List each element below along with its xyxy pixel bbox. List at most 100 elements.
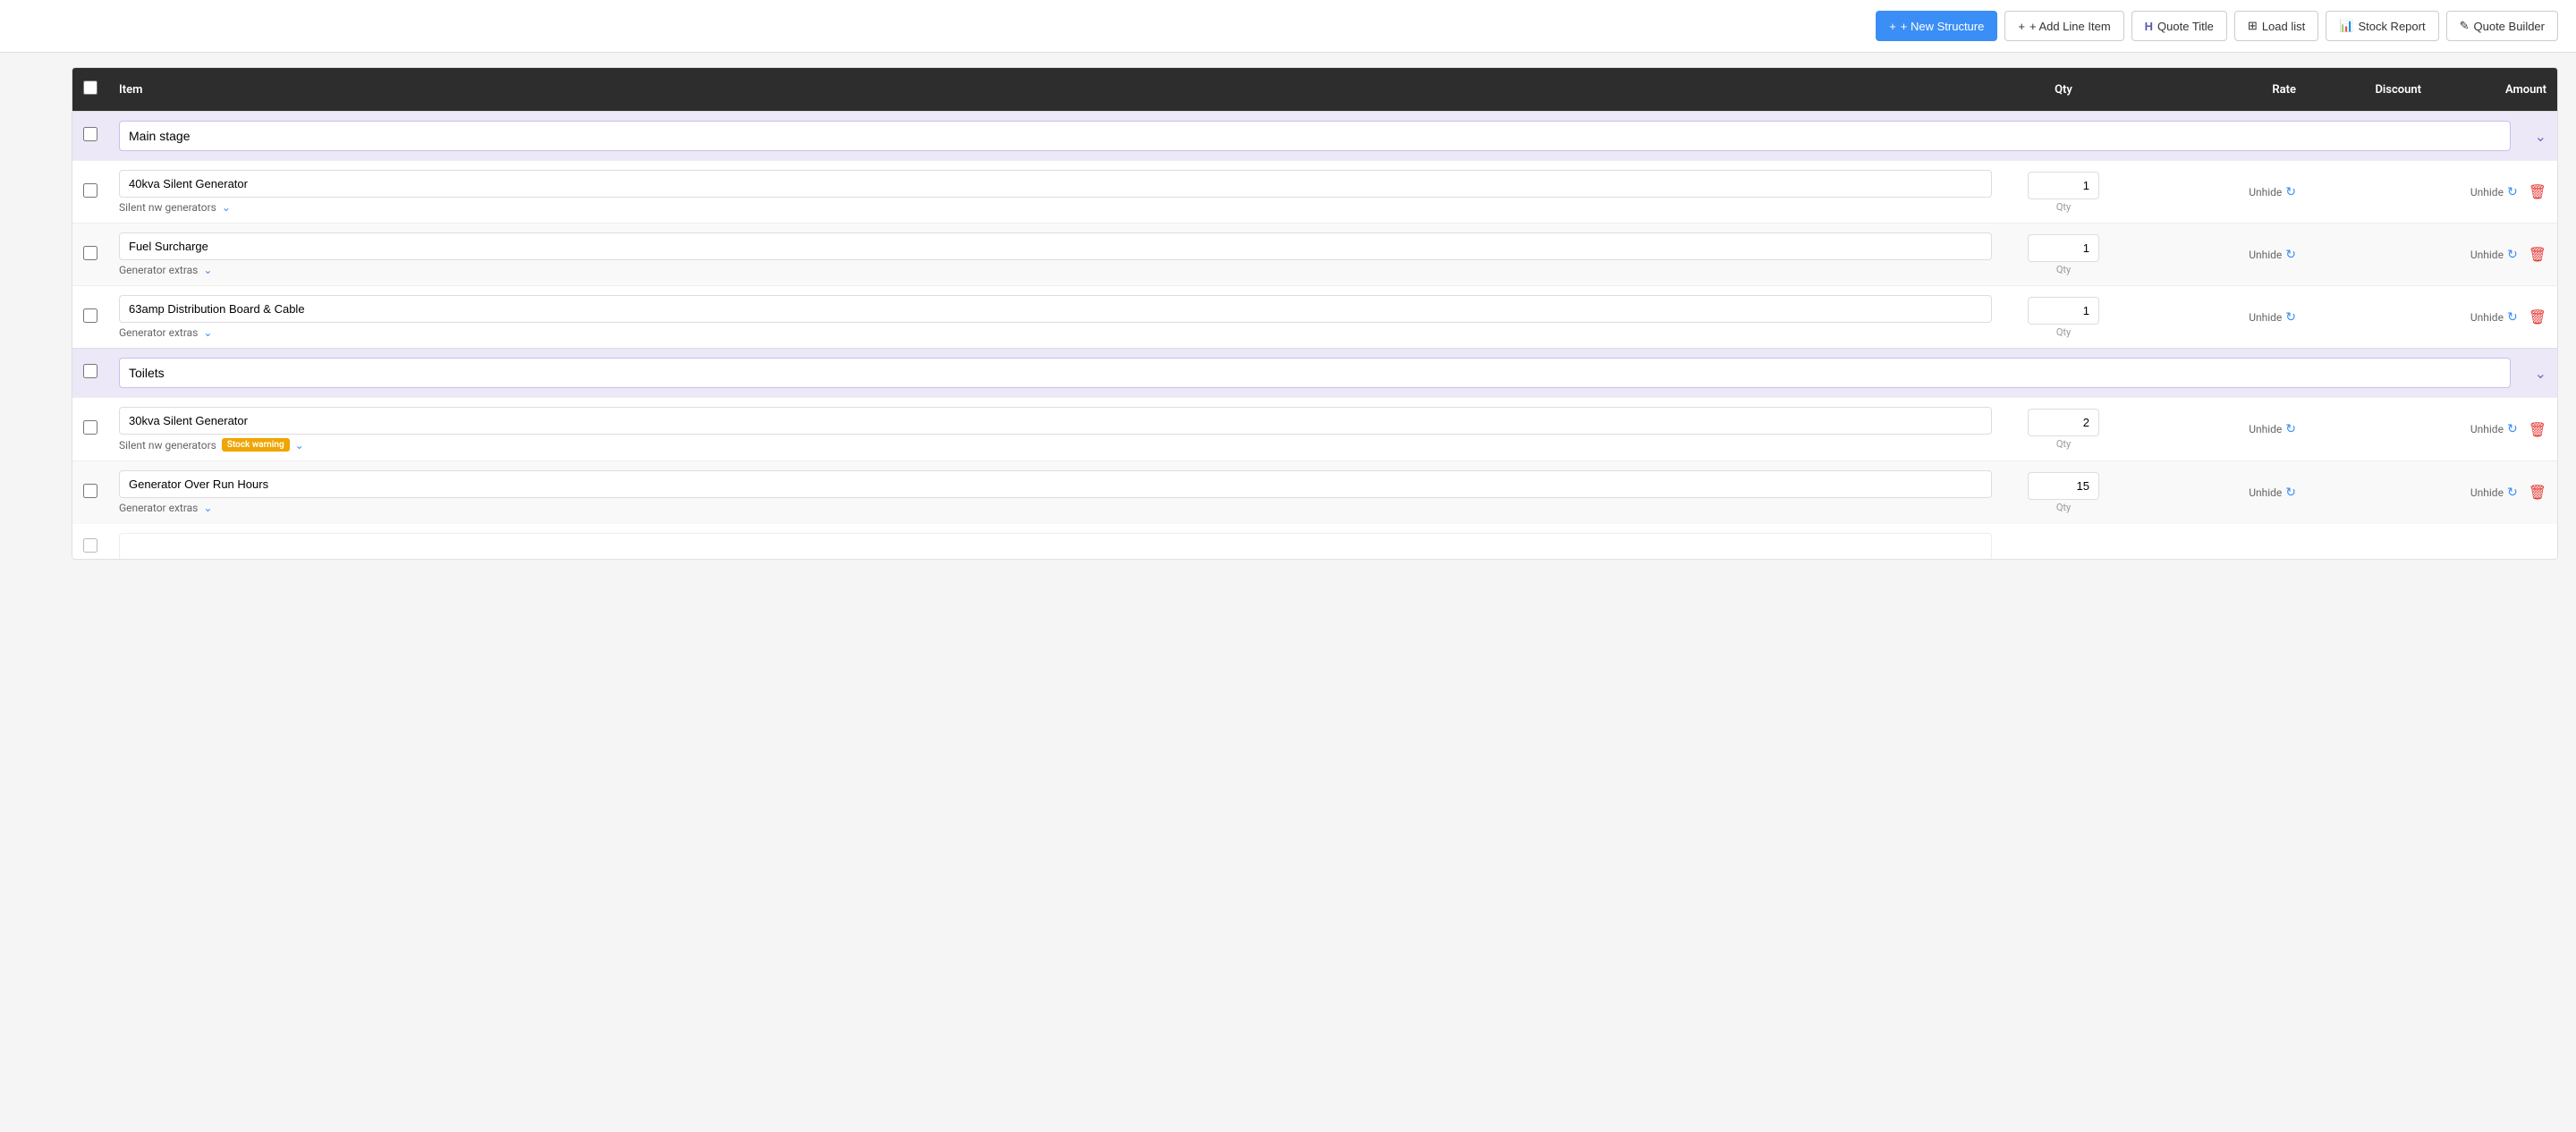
rate-unhide-3: Unhide ↻ <box>2135 310 2296 325</box>
amount-refresh-icon-4[interactable]: ↻ <box>2507 422 2518 436</box>
delete-icon-5[interactable]: 🗑 <box>2529 484 2546 501</box>
qty-cell-3: Qty <box>1992 297 2135 338</box>
structure-name-input-1[interactable] <box>119 121 2511 151</box>
rate-unhide-label-3: Unhide <box>2249 311 2282 324</box>
structure-checkbox-1[interactable] <box>83 127 97 141</box>
item-sub-row-4: Silent nw generators Stock warning ⌄ <box>119 438 1992 452</box>
load-list-label: Load list <box>2262 20 2305 33</box>
item-name-input-5[interactable] <box>119 470 1992 498</box>
qty-input-2[interactable] <box>2028 234 2099 262</box>
category-chevron-3[interactable]: ⌄ <box>203 326 212 339</box>
amount-unhide-4: Unhide ↻ 🗑 <box>2421 421 2546 438</box>
checkbox-cell-3[interactable] <box>83 308 119 326</box>
checkbox-cell-2[interactable] <box>83 246 119 264</box>
category-chevron-2[interactable]: ⌄ <box>203 264 212 276</box>
line-checkbox-4[interactable] <box>83 420 97 435</box>
checkbox-cell-5[interactable] <box>83 484 119 502</box>
amount-unhide-label-1: Unhide <box>2470 186 2504 199</box>
item-cell-4: Silent nw generators Stock warning ⌄ <box>119 407 1992 452</box>
structure-checkbox-cell-2[interactable] <box>83 364 119 382</box>
line-row-3: Generator extras ⌄ Qty Unhide ↻ Unhide ↻… <box>72 285 2557 348</box>
header-item: Item <box>119 83 1992 97</box>
quote-title-button[interactable]: H Quote Title <box>2131 11 2227 41</box>
top-bar: + + New Structure + + Add Line Item H Qu… <box>0 0 2576 53</box>
rate-refresh-icon-1[interactable]: ↻ <box>2285 185 2296 199</box>
item-category-2: Generator extras <box>119 264 198 276</box>
checkbox-cell-4[interactable] <box>83 420 119 438</box>
add-line-item-button[interactable]: + + Add Line Item <box>2004 11 2123 41</box>
delete-icon-4[interactable]: 🗑 <box>2529 421 2546 438</box>
qty-cell-4: Qty <box>1992 409 2135 450</box>
line-checkbox-1[interactable] <box>83 183 97 198</box>
item-name-input-4[interactable] <box>119 407 1992 435</box>
qty-input-5[interactable] <box>2028 472 2099 500</box>
rate-refresh-icon-4[interactable]: ↻ <box>2285 422 2296 436</box>
item-name-input-6[interactable] <box>119 533 1992 560</box>
structure-name-input-2[interactable] <box>119 358 2511 388</box>
line-checkbox-3[interactable] <box>83 308 97 323</box>
item-cell-3: Generator extras ⌄ <box>119 295 1992 339</box>
stock-report-button[interactable]: 📊 Stock Report <box>2326 11 2438 41</box>
quote-title-icon: H <box>2145 20 2153 33</box>
category-chevron-1[interactable]: ⌄ <box>222 201 231 214</box>
qty-cell-2: Qty <box>1992 234 2135 275</box>
qty-cell-5: Qty <box>1992 472 2135 513</box>
qty-input-3[interactable] <box>2028 297 2099 325</box>
line-checkbox-5[interactable] <box>83 484 97 498</box>
quote-builder-button[interactable]: ✎ Quote Builder <box>2446 11 2558 41</box>
line-checkbox-2[interactable] <box>83 246 97 260</box>
rate-refresh-icon-5[interactable]: ↻ <box>2285 486 2296 500</box>
item-cell-2: Generator extras ⌄ <box>119 232 1992 276</box>
delete-icon-1[interactable]: 🗑 <box>2529 183 2546 200</box>
header-checkbox-cell[interactable] <box>83 80 119 98</box>
item-name-input-2[interactable] <box>119 232 1992 260</box>
quote-table: Item Qty Rate Discount Amount ⌄ Silent n… <box>72 67 2558 560</box>
item-sub-row-1: Silent nw generators ⌄ <box>119 201 1992 214</box>
rate-unhide-2: Unhide ↻ <box>2135 248 2296 262</box>
structure-checkbox-cell-1[interactable] <box>83 127 119 145</box>
structure-chevron-1[interactable]: ⌄ <box>2511 128 2546 145</box>
delete-icon-3[interactable]: 🗑 <box>2529 308 2546 325</box>
amount-refresh-icon-1[interactable]: ↻ <box>2507 185 2518 199</box>
qty-input-1[interactable] <box>2028 172 2099 199</box>
category-chevron-4[interactable]: ⌄ <box>295 439 304 452</box>
delete-icon-2[interactable]: 🗑 <box>2529 246 2546 263</box>
select-all-checkbox[interactable] <box>83 80 97 95</box>
amount-refresh-icon-3[interactable]: ↻ <box>2507 310 2518 325</box>
item-name-input-3[interactable] <box>119 295 1992 323</box>
qty-label-5: Qty <box>2056 502 2071 513</box>
new-structure-label: + New Structure <box>1901 20 1985 33</box>
checkbox-cell-1[interactable] <box>83 183 119 201</box>
line-checkbox-6[interactable] <box>83 538 97 553</box>
rate-refresh-icon-3[interactable]: ↻ <box>2285 310 2296 325</box>
structure-row-toilets: ⌄ <box>72 348 2557 397</box>
qty-label-4: Qty <box>2056 438 2071 450</box>
qty-input-4[interactable] <box>2028 409 2099 436</box>
amount-refresh-icon-2[interactable]: ↻ <box>2507 248 2518 262</box>
main-content: Item Qty Rate Discount Amount ⌄ Silent n… <box>0 67 2576 578</box>
item-category-3: Generator extras <box>119 326 198 339</box>
load-list-button[interactable]: ⊞ Load list <box>2234 11 2318 41</box>
qty-label-2: Qty <box>2056 264 2071 275</box>
item-category-1: Silent nw generators <box>119 201 216 214</box>
structure-row-main-stage: ⌄ <box>72 111 2557 160</box>
new-structure-button[interactable]: + + New Structure <box>1876 11 1997 41</box>
rate-unhide-label-5: Unhide <box>2249 486 2282 499</box>
item-name-input-1[interactable] <box>119 170 1992 198</box>
structure-chevron-2[interactable]: ⌄ <box>2511 365 2546 382</box>
amount-refresh-icon-5[interactable]: ↻ <box>2507 486 2518 500</box>
load-list-icon: ⊞ <box>2248 19 2258 33</box>
rate-refresh-icon-2[interactable]: ↻ <box>2285 248 2296 262</box>
header-rate: Rate <box>2135 83 2296 97</box>
checkbox-cell-6[interactable] <box>83 538 119 556</box>
amount-unhide-5: Unhide ↻ 🗑 <box>2421 484 2546 501</box>
line-row-2: Generator extras ⌄ Qty Unhide ↻ Unhide ↻… <box>72 223 2557 285</box>
amount-unhide-label-5: Unhide <box>2470 486 2504 499</box>
category-chevron-5[interactable]: ⌄ <box>203 502 212 514</box>
rate-unhide-label-4: Unhide <box>2249 423 2282 435</box>
item-cell-1: Silent nw generators ⌄ <box>119 170 1992 214</box>
amount-unhide-label-2: Unhide <box>2470 249 2504 261</box>
rate-unhide-label-1: Unhide <box>2249 186 2282 199</box>
item-category-5: Generator extras <box>119 502 198 514</box>
structure-checkbox-2[interactable] <box>83 364 97 378</box>
